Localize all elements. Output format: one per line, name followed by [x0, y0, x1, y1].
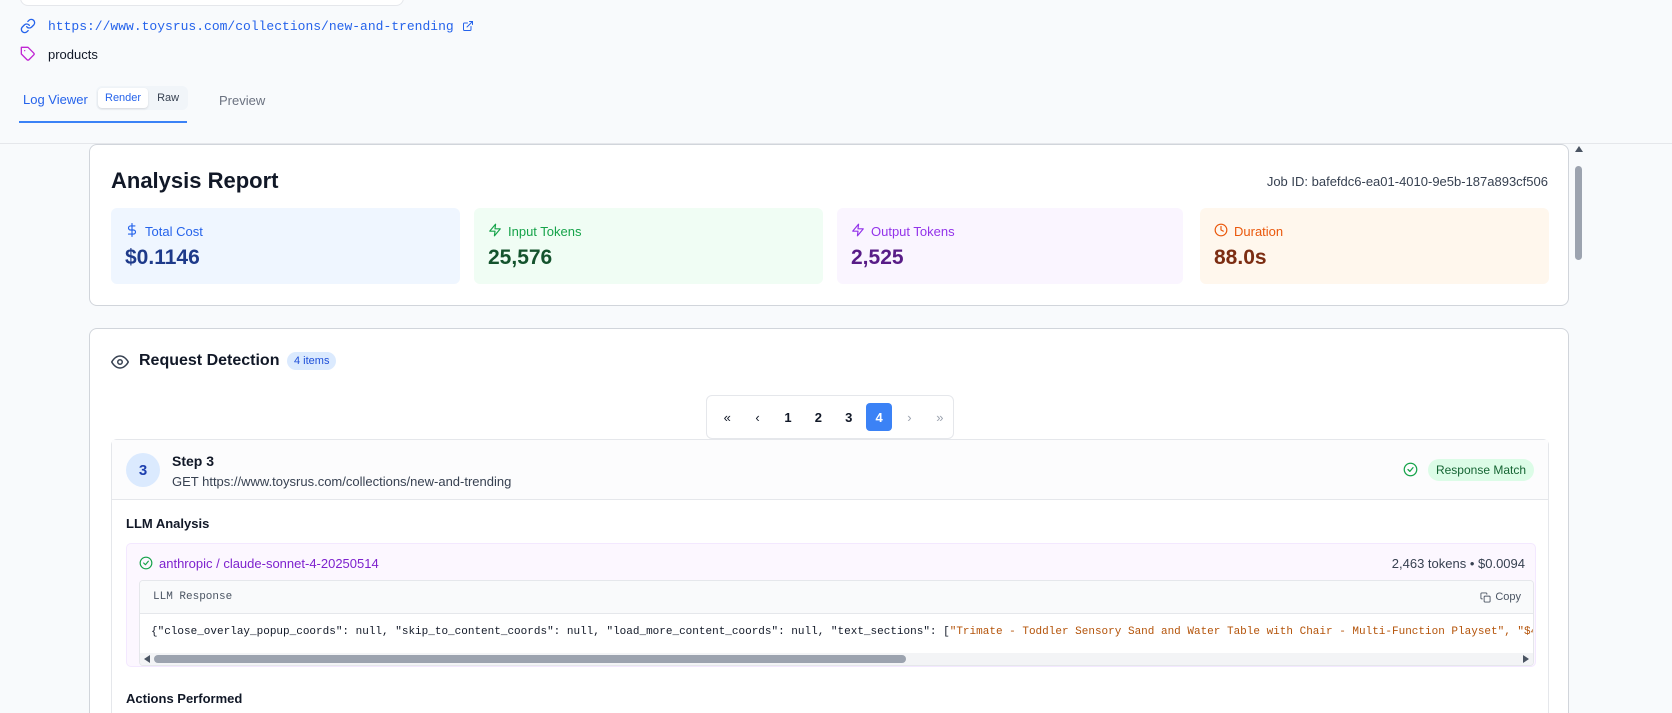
first-page-button[interactable]: « [714, 403, 740, 431]
link-icon [20, 18, 36, 34]
next-page-button[interactable]: › [896, 403, 922, 431]
scroll-thumb[interactable] [154, 655, 906, 663]
scroll-left-icon[interactable] [144, 655, 150, 663]
category-tag: products [48, 46, 98, 62]
response-match-badge: Response Match [1427, 459, 1534, 481]
external-link-icon[interactable] [462, 20, 474, 32]
llm-response-label: LLM Response [153, 591, 233, 603]
page-url-link[interactable]: https://www.toysrus.com/collections/new-… [48, 19, 454, 34]
llm-analysis-title: LLM Analysis [126, 516, 210, 531]
page-3-button[interactable]: 3 [836, 403, 862, 431]
scroll-up-icon[interactable] [1575, 146, 1583, 152]
raw-toggle-button[interactable]: Raw [150, 88, 186, 108]
duration-label: Duration [1234, 224, 1284, 239]
analysis-report-panel: Analysis Report Job ID: bafefdc6-ea01-40… [89, 144, 1569, 306]
output-tokens-label: Output Tokens [871, 224, 955, 239]
tag-row: products [20, 46, 98, 62]
total-cost-label: Total Cost [145, 224, 203, 239]
output-tokens-value: 2,525 [851, 246, 904, 269]
last-page-button[interactable]: » [927, 403, 953, 431]
page-1-button[interactable]: 1 [775, 403, 801, 431]
actions-performed-title: Actions Performed [126, 691, 243, 706]
horizontal-scrollbar[interactable] [140, 653, 1533, 665]
input-tokens-label: Input Tokens [508, 224, 582, 239]
clock-icon [1214, 223, 1228, 237]
render-toggle-button[interactable]: Render [98, 88, 149, 108]
tab-preview[interactable]: Preview [219, 93, 265, 108]
llm-model-name: anthropic / claude-sonnet-4-20250514 [159, 556, 379, 571]
url-row: https://www.toysrus.com/collections/new-… [20, 18, 474, 34]
step-card: 3 Step 3 GET https://www.toysrus.com/col… [111, 439, 1549, 713]
total-cost-card: Total Cost $0.1146 [111, 208, 460, 284]
copy-button[interactable]: Copy [1480, 591, 1521, 603]
pagination: « ‹ 1 2 3 4 › » [706, 395, 954, 439]
duration-value: 88.0s [1214, 246, 1267, 269]
copy-icon [1480, 591, 1491, 603]
output-tokens-card: Output Tokens 2,525 [837, 208, 1183, 284]
items-count-badge: 4 items [287, 352, 337, 370]
request-detection-panel: Request Detection 4 items « ‹ 1 2 3 4 › … [89, 328, 1569, 713]
page-scrollbar[interactable] [1574, 146, 1584, 713]
check-circle-icon [139, 556, 153, 570]
check-circle-icon [1403, 462, 1418, 477]
job-id: Job ID: bafefdc6-ea01-4010-9e5b-187a893c… [1266, 174, 1548, 189]
step-title: Step 3 [172, 453, 215, 469]
step-header[interactable]: 3 Step 3 GET https://www.toysrus.com/col… [112, 440, 1548, 500]
tab-log-viewer-label: Log Viewer [23, 92, 88, 107]
bolt-icon [852, 223, 864, 237]
llm-analysis-box: anthropic / claude-sonnet-4-20250514 2,4… [126, 543, 1536, 667]
total-cost-value: $0.1146 [125, 246, 200, 269]
duration-card: Duration 88.0s [1200, 208, 1549, 284]
request-detection-title: Request Detection [139, 352, 280, 369]
step-number: 3 [126, 453, 160, 487]
code-prefix: {"close_overlay_popup_coords": null, "sk… [151, 626, 950, 638]
eye-icon [111, 355, 129, 369]
dollar-icon [127, 223, 137, 237]
prev-page-button[interactable]: ‹ [744, 403, 770, 431]
top-card-edge [20, 0, 404, 6]
bolt-icon [489, 223, 501, 237]
code-strings: "Trimate - Toddler Sensory Sand and Wate… [949, 626, 1534, 638]
page-2-button[interactable]: 2 [805, 403, 831, 431]
input-tokens-card: Input Tokens 25,576 [474, 208, 823, 284]
tab-log-viewer[interactable]: Log Viewer Render Raw [19, 80, 189, 123]
copy-button-label: Copy [1495, 591, 1521, 603]
step-request-url: GET https://www.toysrus.com/collections/… [172, 474, 512, 489]
report-title: Analysis Report [111, 168, 279, 193]
llm-response-box: LLM Response Copy {"close_overlay_popup_… [139, 580, 1534, 666]
render-raw-toggle: Render Raw [96, 86, 189, 110]
scroll-right-icon[interactable] [1523, 655, 1529, 663]
llm-token-usage: 2,463 tokens • $0.0094 [1391, 556, 1525, 571]
llm-response-code: {"close_overlay_popup_coords": null, "sk… [151, 626, 1534, 638]
view-tabs: Log Viewer Render Raw Preview [0, 80, 1672, 144]
input-tokens-value: 25,576 [488, 246, 553, 269]
tag-icon [20, 46, 35, 61]
llm-response-header: LLM Response Copy [140, 581, 1533, 614]
page-scroll-thumb[interactable] [1575, 166, 1582, 260]
page-4-button[interactable]: 4 [865, 403, 893, 431]
